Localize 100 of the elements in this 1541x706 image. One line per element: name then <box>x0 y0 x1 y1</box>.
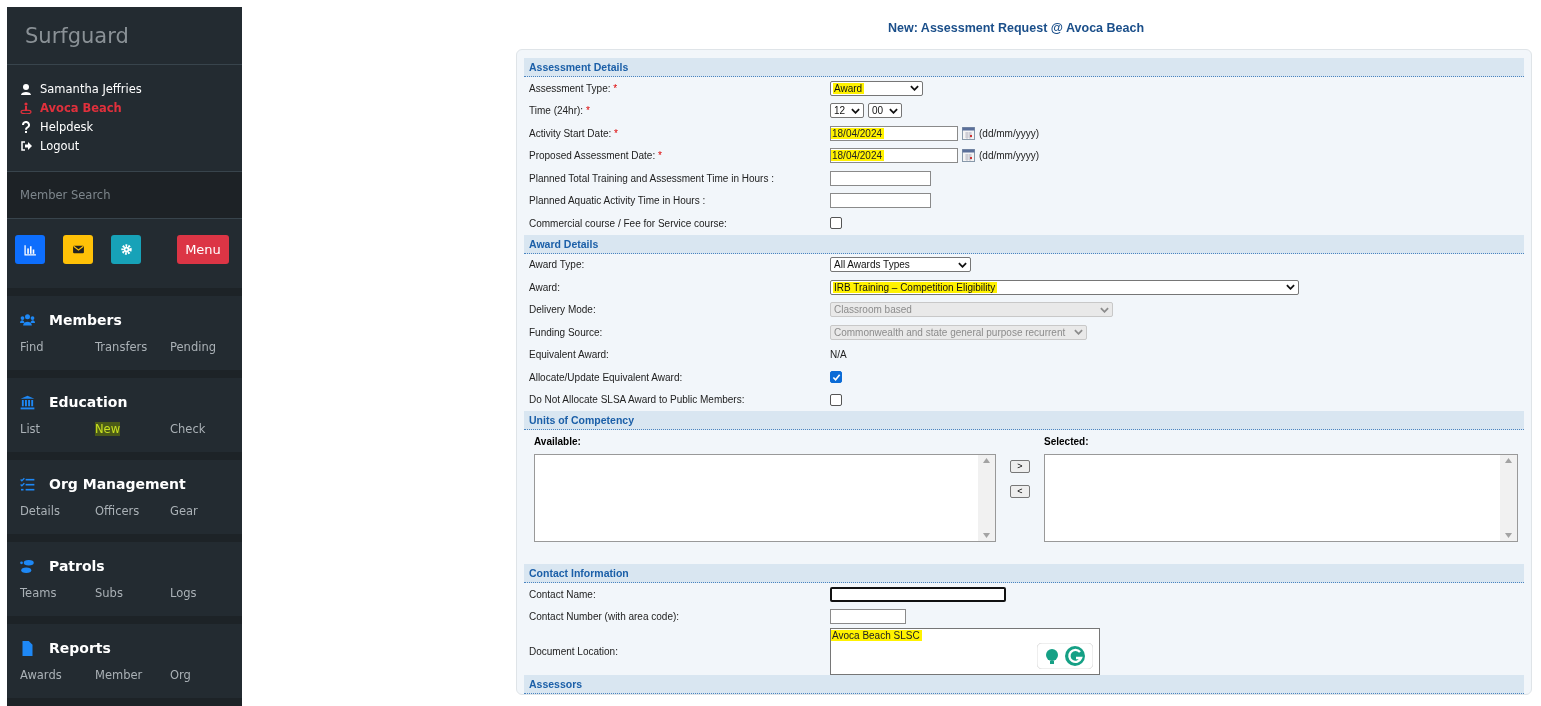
minute-dropdown[interactable]: 00 <box>868 103 902 119</box>
nav-link[interactable]: Awards <box>20 668 62 682</box>
add-button[interactable]: > <box>1010 460 1030 473</box>
field-label: Time (24hr): * <box>528 105 590 117</box>
caret-icon <box>851 107 861 114</box>
field-label: Allocate/Update Equivalent Award: <box>528 371 683 383</box>
section-header: Assessors <box>524 675 1524 694</box>
menu-button[interactable]: Menu <box>177 235 229 264</box>
nav-link[interactable]: Check <box>170 422 206 436</box>
bank-icon <box>20 394 35 410</box>
field-label: Activity Start Date: * <box>528 127 618 139</box>
hour-dropdown[interactable]: 12 <box>830 103 864 119</box>
text-field[interactable] <box>830 586 1006 602</box>
text-field[interactable] <box>830 609 906 625</box>
nav-link[interactable]: Teams <box>20 586 57 600</box>
chart-icon <box>23 243 37 256</box>
user-menu-item[interactable]: Helpdesk <box>20 120 94 134</box>
field-label: Delivery Mode: <box>528 304 596 316</box>
dropdown[interactable]: IRB Training – Competition Eligibility <box>830 279 1299 295</box>
page-title: New: Assessment Request @ Avoca Beach <box>888 21 1146 35</box>
checklist-icon <box>20 476 35 492</box>
chart-button[interactable] <box>15 235 45 264</box>
nav-link[interactable]: List <box>20 422 41 436</box>
scrollbar[interactable] <box>978 455 995 541</box>
nav-link[interactable]: Transfers <box>95 340 148 354</box>
brand-name[interactable]: Surfguard <box>25 23 129 48</box>
arrow-down-icon[interactable] <box>983 533 990 538</box>
nav-link[interactable]: Pending <box>170 340 216 354</box>
field-label: Planned Aquatic Activity Time in Hours : <box>528 195 706 207</box>
lifeguard-icon <box>20 102 32 114</box>
field-label: Do Not Allocate SLSA Award to Public Members: <box>528 394 745 406</box>
file-icon <box>20 640 35 656</box>
caret-icon <box>1100 306 1109 313</box>
date-format-hint: (dd/mm/yyyy) <box>979 127 1039 139</box>
settings-button[interactable] <box>111 235 141 264</box>
user-menu-item[interactable]: Logout <box>20 139 80 153</box>
date-field[interactable]: 18/04/2024 <box>830 125 958 141</box>
list-caption: Available: <box>534 436 581 449</box>
nav-link[interactable]: Details <box>20 504 60 518</box>
nav-link[interactable]: Subs <box>95 586 123 600</box>
arrow-up-icon[interactable] <box>1505 458 1512 463</box>
section-header: Award Details <box>524 234 1524 254</box>
logout-icon <box>20 140 32 152</box>
selected-list[interactable] <box>1044 454 1518 542</box>
arrow-up-icon[interactable] <box>983 458 990 463</box>
checkbox[interactable] <box>830 393 842 406</box>
nav-group-title: Reports <box>49 640 111 656</box>
dropdown[interactable]: Award <box>830 80 923 96</box>
people-icon <box>20 312 35 328</box>
nav-link[interactable]: Find <box>20 340 44 354</box>
text-field[interactable] <box>830 193 931 209</box>
text-area[interactable]: Avoca Beach SLSC <box>830 628 1100 675</box>
field-label: Award Type: <box>528 259 585 271</box>
section-header: Contact Information <box>524 564 1524 583</box>
nav-link[interactable]: Member <box>95 668 143 682</box>
mail-button[interactable] <box>63 235 93 264</box>
footprints-icon <box>20 558 35 574</box>
date-field[interactable]: 18/04/2024 <box>830 148 958 164</box>
assistant-icons[interactable] <box>1037 643 1093 669</box>
field-label: Equivalent Award: <box>528 349 609 361</box>
available-list[interactable] <box>534 454 996 542</box>
section-header: Units of Competency <box>524 411 1524 430</box>
settings-icon <box>119 243 133 256</box>
field-label: Funding Source: <box>528 326 603 338</box>
calendar-icon[interactable] <box>962 126 975 140</box>
caret-icon <box>889 107 899 114</box>
field-label: Contact Name: <box>528 588 596 600</box>
field-label: Planned Total Training and Assessment Time in Hours : <box>528 172 774 184</box>
date-format-hint: (dd/mm/yyyy) <box>979 150 1039 162</box>
dropdown[interactable]: All Awards Types <box>830 257 971 273</box>
field-label: Commercial course / Fee for Service course: <box>528 217 727 229</box>
field-label: Proposed Assessment Date: * <box>528 150 662 162</box>
caret-icon <box>958 261 967 268</box>
nav-link[interactable]: Gear <box>170 504 198 518</box>
nav-group-title: Members <box>49 312 122 328</box>
user-icon <box>20 83 32 95</box>
nav-group-title: Org Management <box>49 476 186 492</box>
checkbox[interactable] <box>830 217 842 230</box>
field-value: N/A <box>830 349 847 361</box>
remove-button[interactable]: < <box>1010 485 1030 498</box>
field-label: Document Location: <box>528 646 618 657</box>
nav-group-title: Patrols <box>49 558 105 574</box>
nav-link[interactable]: Org <box>170 668 191 682</box>
caret-icon <box>1286 284 1295 291</box>
user-menu-item[interactable]: Samantha Jeffries <box>20 82 142 96</box>
nav-link[interactable]: Officers <box>95 504 140 518</box>
caret-icon <box>910 85 919 92</box>
scrollbar[interactable] <box>1500 455 1517 541</box>
section-header: Assessment Details <box>524 58 1524 77</box>
checkbox[interactable] <box>830 371 842 384</box>
nav-link[interactable]: New <box>95 422 121 436</box>
field-label: Award: <box>528 281 560 293</box>
field-label: Assessment Type: * <box>528 82 618 94</box>
field-label: Contact Number (with area code): <box>528 611 680 623</box>
calendar-icon[interactable] <box>962 149 975 163</box>
mail-icon <box>71 243 85 256</box>
arrow-down-icon[interactable] <box>1505 533 1512 538</box>
text-field[interactable] <box>830 170 931 186</box>
nav-link[interactable]: Logs <box>170 586 197 600</box>
nav-group-title: Education <box>49 394 128 410</box>
